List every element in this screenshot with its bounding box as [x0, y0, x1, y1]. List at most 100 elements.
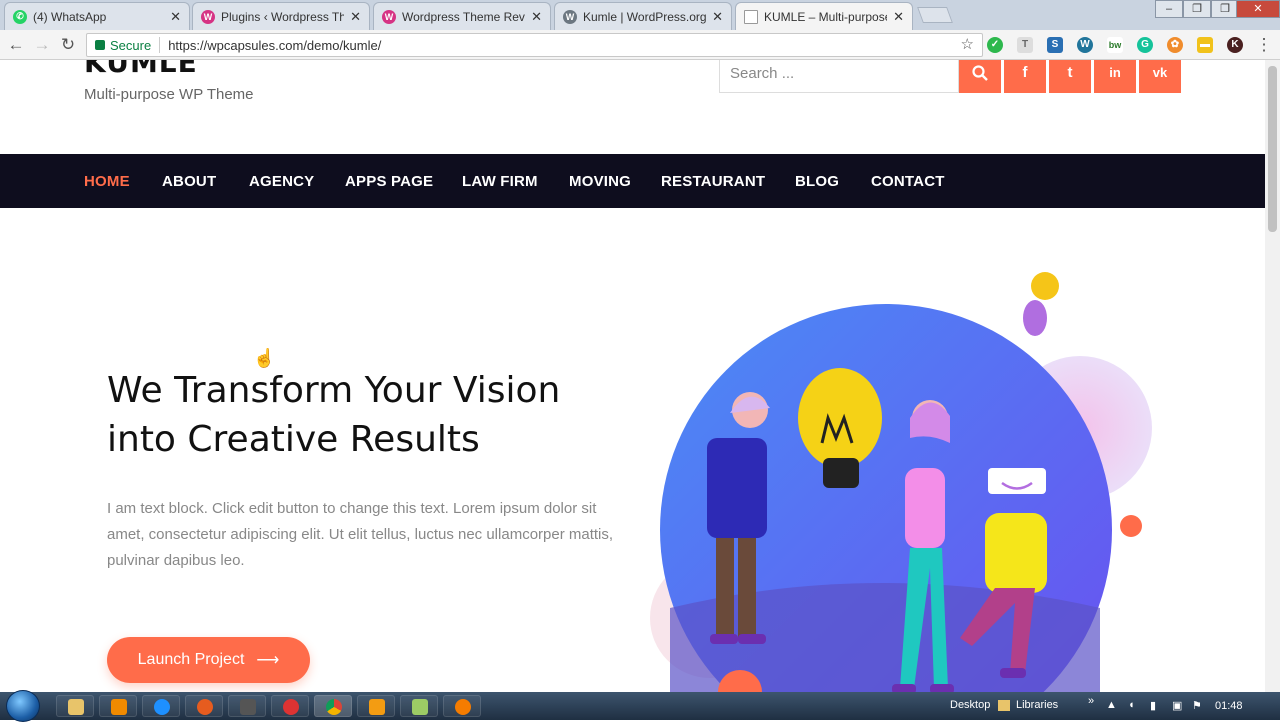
close-tab-icon[interactable]: ✕ — [531, 9, 542, 25]
whatsapp-icon: ✆ — [13, 9, 27, 24]
restore-button[interactable]: ❐ — [1211, 0, 1239, 18]
puzzle-extension-icon[interactable]: ✿ — [1167, 37, 1183, 53]
nav-home[interactable]: HOME — [84, 173, 130, 190]
minimize-button[interactable]: – — [1155, 0, 1183, 18]
flag-icon[interactable]: ⚑ — [1192, 699, 1202, 712]
nav-agency[interactable]: AGENCY — [249, 173, 314, 190]
wordpress-extension-icon[interactable]: W — [1077, 37, 1093, 53]
nav-restaurant[interactable]: RESTAURANT — [661, 173, 765, 190]
linkedin-icon[interactable]: in — [1094, 60, 1136, 93]
notes-extension-icon[interactable]: ▬ — [1197, 37, 1213, 53]
folder-icon — [68, 699, 84, 715]
close-tab-icon[interactable]: ✕ — [712, 9, 723, 25]
scrollbar-thumb[interactable] — [1268, 66, 1277, 232]
volume-icon[interactable]: ◖ — [1128, 699, 1135, 711]
tab-plugins[interactable]: W Plugins ‹ Wordpress Then ✕ — [192, 2, 370, 30]
close-tab-icon[interactable]: ✕ — [350, 9, 361, 25]
hero-illustration — [650, 272, 1152, 692]
headline-line-2: into Creative Results — [107, 419, 480, 460]
taskbar-vlc[interactable] — [99, 695, 137, 717]
search-icon — [972, 65, 988, 81]
url-field[interactable]: Secure https://wpcapsules.com/demo/kumle… — [86, 33, 983, 57]
clock[interactable]: 01:48 — [1215, 700, 1243, 712]
tab-title: KUMLE – Multi-purpose W — [764, 9, 888, 24]
tab-kumle-active[interactable]: KUMLE – Multi-purpose W ✕ — [735, 2, 913, 30]
start-button[interactable] — [6, 690, 40, 722]
toolbar-chevron-icon[interactable]: » — [1088, 695, 1094, 707]
taskbar-sublime[interactable] — [357, 695, 395, 717]
bookmark-star-icon[interactable]: ☆ — [961, 35, 974, 53]
launch-project-button[interactable]: Launch Project ⟶ — [107, 637, 310, 683]
taskbar-app[interactable] — [400, 695, 438, 717]
twitter-icon[interactable]: t — [1049, 60, 1091, 93]
tray-up-arrow-icon[interactable]: ▲ — [1106, 699, 1117, 711]
taskbar-firefox[interactable] — [185, 695, 223, 717]
taskbar-ie[interactable] — [142, 695, 180, 717]
profile-avatar[interactable]: K — [1227, 37, 1243, 53]
forward-icon[interactable]: → — [32, 35, 52, 55]
admin-icon: W — [382, 9, 396, 24]
web-page: KUMLE Multi-purpose WP Theme Search ... … — [0, 60, 1265, 692]
lock-icon — [95, 40, 105, 50]
tab-title: (4) WhatsApp — [33, 9, 107, 24]
tab-title: Kumle | WordPress.org — [583, 9, 707, 24]
app-icon — [455, 699, 471, 715]
nav-about[interactable]: ABOUT — [162, 173, 216, 190]
firefox-icon — [197, 699, 213, 715]
tab-whatsapp[interactable]: ✆ (4) WhatsApp ✕ — [4, 2, 190, 30]
close-tab-icon[interactable]: ✕ — [893, 9, 904, 25]
vk-icon[interactable]: vk — [1139, 60, 1181, 93]
app-icon — [283, 699, 299, 715]
arrow-right-icon: ⟶ — [256, 652, 280, 669]
power-icon[interactable]: ▣ — [1172, 699, 1182, 712]
taskbar-app[interactable] — [228, 695, 266, 717]
taskbar-app[interactable] — [271, 695, 309, 717]
wordpress-icon: W — [563, 9, 577, 24]
headline-line-1: We Transform Your Vision — [107, 370, 561, 411]
girl-top — [985, 513, 1047, 593]
ie-icon — [154, 699, 170, 715]
address-bar-row: ← → ↻ Secure https://wpcapsules.com/demo… — [0, 30, 1280, 60]
page-scrollbar[interactable] — [1265, 60, 1280, 692]
grammarly-icon[interactable]: G — [1137, 37, 1153, 53]
bw-extension-icon[interactable]: bw — [1107, 37, 1123, 53]
new-tab-button[interactable] — [917, 7, 953, 23]
divider — [159, 37, 161, 53]
hero-headline: We Transform Your Vision into Creative R… — [107, 366, 647, 464]
reload-icon[interactable]: ↻ — [58, 35, 78, 55]
back-icon[interactable]: ← — [6, 35, 26, 55]
nav-moving[interactable]: MOVING — [569, 173, 631, 190]
site-logo[interactable]: KUMLE — [84, 60, 198, 79]
tab-theme-reviews[interactable]: W Wordpress Theme Reviews ✕ — [373, 2, 551, 30]
taskbar-explorer[interactable] — [56, 695, 94, 717]
nav-law-firm[interactable]: LAW FIRM — [462, 173, 538, 190]
taskbar: Desktop Libraries » ▲ ◖ ▮ ▣ ⚑ 01:48 — [0, 690, 1280, 722]
nav-apps-page[interactable]: APPS PAGE — [345, 173, 433, 190]
taskbar-app[interactable] — [443, 695, 481, 717]
libraries-icon — [998, 700, 1010, 711]
taskbar-chrome[interactable] — [314, 695, 352, 717]
nav-blog[interactable]: BLOG — [795, 173, 839, 190]
network-icon[interactable]: ▮ — [1150, 699, 1156, 712]
menu-dots-icon[interactable]: ⋮ — [1254, 35, 1274, 55]
app-icon — [412, 699, 428, 715]
libraries-toolbar[interactable]: Libraries — [1016, 699, 1058, 711]
tab-kumle-wordpress[interactable]: W Kumle | WordPress.org ✕ — [554, 2, 732, 30]
search-input[interactable]: Search ... — [719, 60, 959, 93]
browser-tab-strip: ✆ (4) WhatsApp ✕ W Plugins ‹ Wordpress T… — [0, 0, 1280, 30]
close-tab-icon[interactable]: ✕ — [170, 9, 181, 25]
check-extension-icon[interactable]: ✓ — [987, 37, 1003, 53]
search-button[interactable] — [959, 60, 1001, 93]
restore-button[interactable]: ❐ — [1183, 0, 1211, 18]
hand-cursor-icon: ☝ — [253, 348, 276, 368]
close-window-button[interactable]: ✕ — [1236, 0, 1280, 18]
nav-contact[interactable]: CONTACT — [871, 173, 945, 190]
admin-icon: W — [201, 9, 215, 24]
desktop-toolbar[interactable]: Desktop — [950, 699, 990, 711]
man-jacket — [707, 438, 767, 538]
facebook-icon[interactable]: f — [1004, 60, 1046, 93]
woman-top — [905, 468, 945, 548]
smile-sign — [988, 468, 1046, 494]
screenshot-extension-icon[interactable]: S — [1047, 37, 1063, 53]
text-extension-icon[interactable]: T — [1017, 37, 1033, 53]
